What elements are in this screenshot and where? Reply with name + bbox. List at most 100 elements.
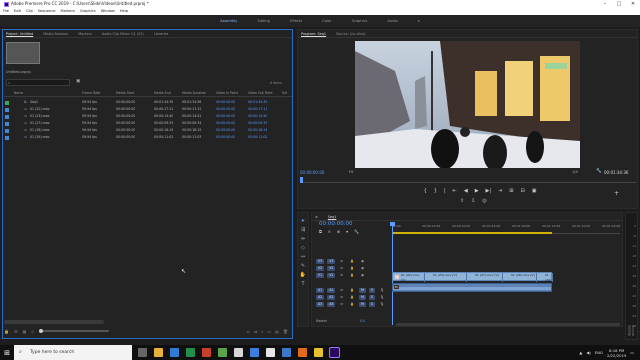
row-vout[interactable]: 00:00:16:14: [248, 127, 267, 134]
solo-track-button[interactable]: S: [368, 302, 375, 307]
windows-start-icon[interactable]: ⊞: [0, 345, 14, 360]
notifications-icon[interactable]: ▭: [630, 350, 634, 355]
playback-resolution-select[interactable]: 1/4: [572, 170, 578, 174]
track-target-v2[interactable]: V2: [327, 266, 336, 271]
column-header-1[interactable]: Frame Rate: [82, 90, 100, 97]
sync-lock-icon[interactable]: ⊡: [338, 259, 345, 264]
play-button[interactable]: ▶: [475, 188, 479, 198]
settings-wrench-icon[interactable]: 🔧: [596, 169, 602, 174]
source-patch-v1[interactable]: V1: [316, 273, 325, 278]
column-header-6[interactable]: Video Out Point: [248, 90, 273, 97]
track-target-v3[interactable]: V3: [327, 259, 336, 264]
timeline-tab-seq1[interactable]: Seq1: [328, 213, 337, 220]
task-view-icon[interactable]: [138, 348, 147, 357]
ripple-edit-tool-icon[interactable]: ⇹: [301, 236, 305, 242]
row-vin[interactable]: 00:00:00:00: [216, 113, 235, 120]
master-volume-value[interactable]: 0.0: [360, 319, 365, 323]
app-orange-icon[interactable]: [298, 348, 307, 357]
project-horizontal-scrollbar[interactable]: [4, 320, 104, 324]
label-color-swatch[interactable]: [5, 128, 9, 133]
row-vout[interactable]: 00:01:34:35: [248, 99, 267, 106]
audio-clip-a1[interactable]: fx: [392, 283, 552, 292]
language-indicator[interactable]: ENG: [595, 350, 603, 355]
project-row[interactable]: ▭ 01 (27).mov 59.94 fps 00:00:00:00 00:00:09…: [4, 120, 292, 127]
program-time-ruler[interactable]: [300, 177, 636, 183]
row-vin[interactable]: 00:00:00:00: [216, 99, 235, 106]
add-marker-icon[interactable]: ▾: [346, 229, 348, 234]
powerpoint-icon[interactable]: [202, 348, 211, 357]
comparison-view-button[interactable]: ◎: [482, 198, 486, 204]
workspace-tab-effects[interactable]: Effects: [290, 19, 302, 23]
workspace-tab-assembly[interactable]: Assembly: [220, 19, 237, 23]
premiere-taskbar-icon[interactable]: [329, 347, 340, 358]
step-back-button[interactable]: ◀: [464, 188, 468, 198]
clip-segment[interactable]: 01 (22).mov [V]: [393, 273, 425, 282]
clip-segment[interactable]: 01 (28).mov [V]: [503, 273, 537, 282]
toggle-output-eye-icon[interactable]: ◉: [359, 259, 366, 264]
menu-clip[interactable]: Clip: [26, 8, 33, 15]
minimize-button[interactable]: –: [598, 0, 612, 8]
project-row[interactable]: ▭ 01 (29).mov 59.94 fps 00:00:00:00 00:00:11…: [4, 134, 292, 141]
snap-icon[interactable]: ∩: [328, 229, 331, 234]
track-target-v1[interactable]: V1: [327, 273, 336, 278]
razor-tool-icon[interactable]: ◇: [301, 245, 305, 251]
extract-button[interactable]: ⇩: [471, 198, 475, 204]
slip-tool-icon[interactable]: ↔: [301, 254, 305, 260]
column-header-7[interactable]: Vid: [282, 90, 287, 97]
selection-tool-icon[interactable]: ➤: [301, 218, 305, 224]
sync-lock-icon[interactable]: ⊡: [338, 302, 345, 307]
find-icon[interactable]: ⌕: [261, 329, 263, 334]
program-timecode[interactable]: 00:00:00:00: [300, 170, 324, 175]
app-green-icon[interactable]: [218, 348, 227, 357]
chrome-icon[interactable]: [266, 348, 275, 357]
row-vout[interactable]: 00:00:09:33: [248, 120, 267, 127]
lock-track-icon[interactable]: 🔒: [348, 295, 356, 300]
sync-lock-icon[interactable]: ⊡: [338, 295, 345, 300]
clip-segment[interactable]: 01 (23).mov [V]: [425, 273, 467, 282]
maximize-button[interactable]: □: [612, 0, 626, 8]
lock-track-icon[interactable]: 🔒: [348, 288, 356, 293]
program-playhead[interactable]: [300, 177, 303, 183]
lift-button[interactable]: ⇧: [460, 198, 464, 204]
menu-sequence[interactable]: Sequence: [38, 8, 56, 15]
close-button[interactable]: ✕: [626, 0, 640, 8]
project-tab-3[interactable]: Audio Clip Mixer: 01 (25): [102, 30, 144, 37]
project-row[interactable]: ▭ 01 (22).mov 59.94 fps 00:00:00:00 00:00:17…: [4, 106, 292, 113]
workspaces-overflow-icon[interactable]: »: [418, 19, 420, 23]
track-target-a3[interactable]: A3: [327, 302, 336, 307]
new-bin-icon[interactable]: ▣: [76, 79, 80, 84]
linked-selection-icon[interactable]: ⊕: [337, 229, 340, 234]
column-header-4[interactable]: Media Duration: [182, 90, 206, 97]
video-clip-v1[interactable]: 01 (22).mov [V] 01 (23).mov [V] 01 (27).mo…: [392, 272, 553, 282]
nest-icon[interactable]: ⧉: [319, 229, 322, 234]
clip-segment[interactable]: 01 (27).mov [V]: [467, 273, 503, 282]
app-white-icon[interactable]: [234, 348, 243, 357]
timeline-timecode[interactable]: 00:00:00:00: [319, 221, 353, 227]
hand-tool-icon[interactable]: ✋: [300, 272, 306, 278]
go-to-out-button[interactable]: ⇥: [498, 188, 502, 198]
insert-button[interactable]: ⊞: [509, 188, 513, 198]
project-search-input[interactable]: [6, 79, 70, 86]
label-color-swatch[interactable]: [5, 121, 9, 126]
export-frame-button[interactable]: ▣: [532, 188, 537, 198]
solo-track-button[interactable]: S: [368, 288, 375, 293]
row-vin[interactable]: 00:00:00:00: [216, 106, 235, 113]
label-color-swatch[interactable]: [5, 107, 9, 112]
taskbar-search-input[interactable]: ⌕ Type here to search: [14, 345, 132, 360]
track-target-a1[interactable]: A1: [327, 288, 336, 293]
new-bin-footer-icon[interactable]: ▭: [267, 329, 271, 334]
clock[interactable]: 8:18 PM 2/22/2019: [607, 348, 626, 358]
workspace-tab-color[interactable]: Color: [322, 19, 331, 23]
voice-over-mic-icon[interactable]: 🎙: [378, 288, 386, 293]
sync-lock-icon[interactable]: ⊡: [338, 288, 345, 293]
lock-track-icon[interactable]: 🔒: [348, 302, 356, 307]
menu-edit[interactable]: Edit: [14, 8, 21, 15]
close-tab-icon[interactable]: ×: [315, 213, 318, 220]
timeline-ruler[interactable]: 00:00 00:00:15:00 00:00:30:00 00:00:45:00 00…: [392, 222, 620, 234]
source-patch-a1[interactable]: A1: [316, 288, 325, 293]
toggle-output-eye-icon[interactable]: ◉: [359, 273, 366, 278]
lock-track-icon[interactable]: 🔒: [348, 273, 356, 278]
solo-track-button[interactable]: S: [368, 295, 375, 300]
source-patch-v2[interactable]: V2: [316, 266, 325, 271]
menu-file[interactable]: File: [3, 8, 9, 15]
